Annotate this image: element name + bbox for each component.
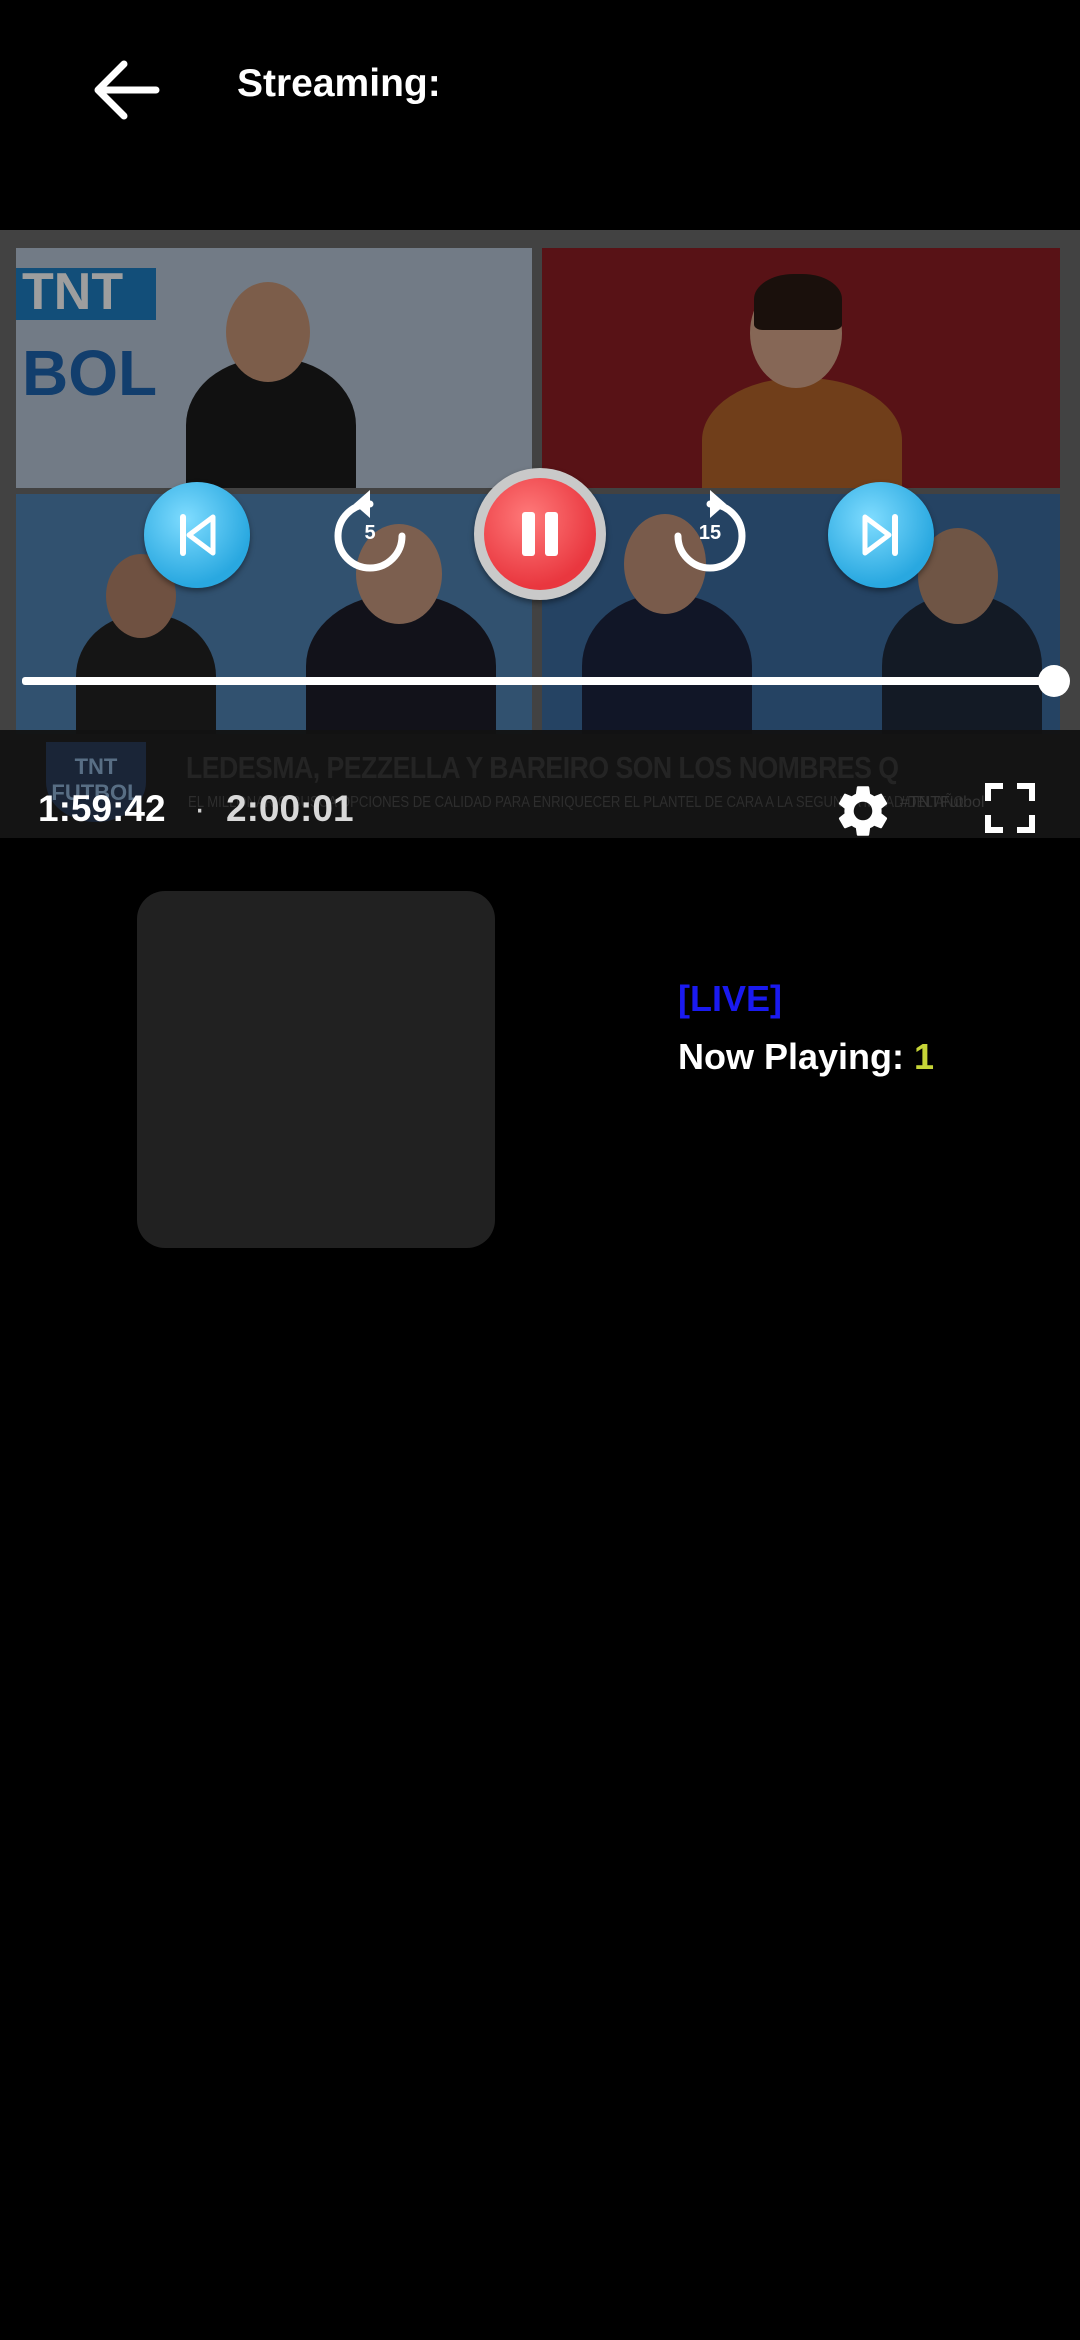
pause-icon bbox=[522, 512, 558, 556]
seek-thumb[interactable] bbox=[1037, 665, 1070, 697]
now-playing-value: 1 bbox=[914, 1036, 935, 1077]
skip-next-icon bbox=[862, 514, 898, 556]
streaming-screen: Streaming: TNT BOL TNT FUTBOL LEDESMA, P… bbox=[0, 0, 1080, 2340]
rewind-seconds: 5 bbox=[364, 522, 376, 544]
skip-previous-icon bbox=[180, 514, 216, 556]
time-total: 2:00:01 bbox=[226, 788, 354, 829]
fullscreen-icon bbox=[985, 783, 1035, 833]
channel-thumbnail bbox=[137, 891, 495, 1248]
now-playing: Now Playing: 1 bbox=[678, 1036, 934, 1078]
gear-icon bbox=[838, 786, 888, 836]
pause-button[interactable] bbox=[474, 468, 606, 600]
next-button[interactable] bbox=[828, 482, 934, 588]
previous-button[interactable] bbox=[144, 482, 250, 588]
back-button[interactable] bbox=[80, 50, 170, 130]
time-current: 1:59:42 bbox=[38, 788, 166, 829]
rewind-button[interactable]: 5 bbox=[320, 482, 420, 588]
seek-bar[interactable] bbox=[22, 677, 1054, 685]
arrow-left-icon bbox=[94, 60, 160, 120]
page-title: Streaming: bbox=[237, 62, 441, 105]
pause-button-face bbox=[484, 478, 596, 590]
fullscreen-button[interactable] bbox=[984, 782, 1036, 834]
top-bar: Streaming: bbox=[0, 0, 1080, 180]
settings-button[interactable] bbox=[832, 780, 894, 842]
time-separator: · bbox=[194, 790, 206, 828]
now-playing-label: Now Playing: bbox=[678, 1036, 905, 1077]
live-badge: [LIVE] bbox=[678, 978, 782, 1019]
forward-seconds: 15 bbox=[698, 522, 722, 544]
forward-button[interactable]: 15 bbox=[660, 482, 760, 588]
